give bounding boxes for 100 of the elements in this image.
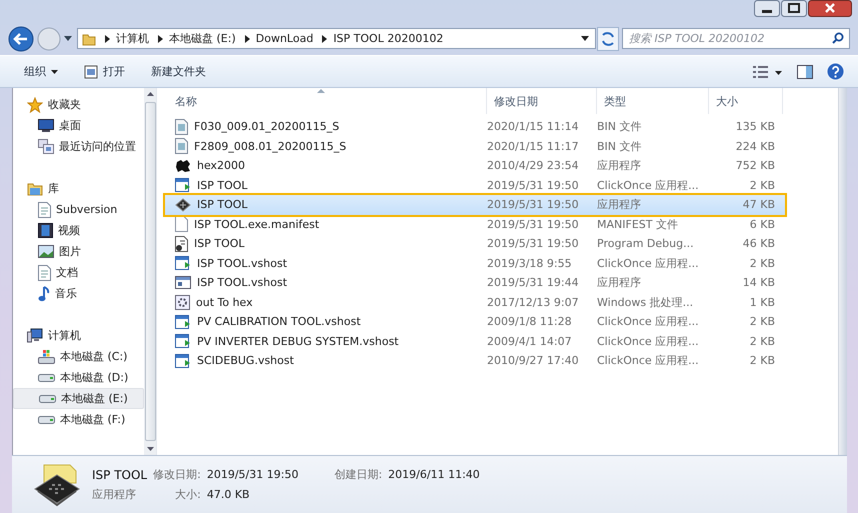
file-row[interactable]: F2809_008.01_20200115_S 2020/1/15 11:17 BIN 文件 224 KB — [165, 136, 785, 156]
toolbar-button[interactable]: 组织 — [18, 61, 64, 82]
search-icon[interactable] — [832, 32, 844, 44]
file-row[interactable]: PV INVERTER DEBUG SYSTEM.vshost 2009/4/1 14:07 ClickOnce 应用程... 2 KB — [165, 332, 785, 351]
sidebar-item[interactable]: 本地磁盘 (D:) — [13, 367, 144, 388]
file-row[interactable]: ISP TOOL 2019/5/31 19:50 Program Debug... 46 KB — [165, 234, 785, 254]
breadcrumb[interactable]: ISP TOOL 20200102 — [333, 32, 444, 45]
scroll-up-icon[interactable] — [146, 92, 154, 96]
column-header[interactable]: 类型 — [597, 88, 709, 114]
recent-places-icon — [38, 139, 54, 154]
application-icon — [175, 178, 191, 192]
size-cell-text: 135 KB — [734, 120, 775, 134]
file-name: out To hex — [196, 296, 253, 309]
sidebar-item[interactable]: 最近访问的位置 — [13, 136, 144, 157]
date-cell-text: 2019/5/31 19:50 — [487, 237, 580, 250]
address-bar[interactable]: 计算机 本地磁盘 (E:) DownLoad ISP TOOL 20200102 — [77, 28, 596, 49]
size-cell-text: 2 KB — [748, 354, 775, 368]
maximize-icon[interactable] — [781, 0, 807, 17]
detail-value: 47.0 KB — [206, 488, 251, 501]
scroll-down-icon[interactable] — [146, 447, 154, 451]
dropdown-caret-icon[interactable] — [581, 36, 589, 41]
scrollbar[interactable] — [144, 88, 156, 455]
view-options-icon[interactable] — [753, 64, 783, 78]
minimize-icon[interactable] — [754, 0, 780, 17]
document-icon — [38, 264, 51, 280]
file-name: PV CALIBRATION TOOL.vshost — [197, 315, 361, 328]
sidebar-item[interactable]: 收藏夹 — [13, 94, 144, 115]
size-cell-text: 752 KB — [734, 159, 775, 172]
size-cell-text: 46 KB — [742, 237, 775, 250]
breadcrumb[interactable]: 计算机 — [116, 31, 149, 46]
type-cell-text: ClickOnce 应用程... — [597, 334, 700, 349]
file-name: SCIDEBUG.vshost — [197, 354, 294, 368]
sidebar-item[interactable]: 本地磁盘 (E:) — [13, 388, 144, 409]
file-name: ISP TOOL — [197, 198, 248, 212]
file-row[interactable]: F030_009.01_20200115_S 2020/1/15 11:14 BIN 文件 135 KB — [165, 117, 785, 136]
date-cell-text: 2010/9/27 17:40 — [487, 354, 580, 368]
sidebar-item[interactable]: 文档 — [13, 262, 144, 283]
chevron-icon[interactable] — [158, 34, 163, 42]
file-name: ISP TOOL.exe.manifest — [194, 218, 320, 231]
type-cell-text: BIN 文件 — [597, 138, 643, 154]
toolbar-button[interactable]: 打开 — [78, 61, 131, 82]
caret-icon — [51, 70, 58, 74]
toolbar-button[interactable]: 新建文件夹 — [145, 61, 212, 82]
chevron-icon[interactable] — [322, 34, 328, 42]
file-row[interactable]: ISP TOOL.exe.manifest 2019/5/31 19:50 MANIFEST 文件 6 KB — [165, 214, 785, 234]
size-cell-text: 6 KB — [748, 218, 775, 231]
sidebar-item[interactable]: 本地磁盘 (C:) — [13, 346, 144, 367]
file-row[interactable]: ISP TOOL.vshost 2019/3/18 9:55 ClickOnce 应用程... 2 KB — [165, 254, 785, 273]
file-row[interactable]: hex2000 2010/4/29 23:54 应用程序 752 KB — [165, 156, 785, 176]
file-row[interactable]: ISP TOOL 2019/5/31 19:50 应用程序 47 KB — [165, 195, 785, 214]
chevron-icon[interactable] — [244, 34, 250, 42]
sidebar-item[interactable]: 视频 — [13, 220, 144, 241]
file-row[interactable]: ISP TOOL.vshost 2019/5/31 19:44 应用程序 14 KB — [165, 273, 785, 292]
star-icon — [27, 96, 43, 112]
file-row[interactable]: PV CALIBRATION TOOL.vshost 2009/1/8 11:28 ClickOnce 应用程... 2 KB — [165, 312, 785, 332]
file-name: hex2000 — [197, 159, 246, 172]
application-icon — [175, 354, 191, 368]
preview-pane-icon[interactable] — [797, 64, 813, 78]
sidebar-item[interactable]: 图片 — [13, 241, 144, 262]
refresh-icon[interactable] — [597, 26, 619, 50]
scrollbar[interactable] — [838, 88, 847, 455]
sidebar-item[interactable]: 本地磁盘 (F:) — [13, 409, 144, 430]
file-icon — [175, 118, 188, 135]
dropdown-caret-icon[interactable] — [64, 36, 72, 42]
chevron-icon[interactable] — [105, 34, 110, 42]
file-row[interactable]: ISP TOOL 2019/5/31 19:50 ClickOnce 应用程... 2 KB — [165, 176, 785, 195]
sidebar-item[interactable]: 桌面 — [13, 115, 144, 136]
sidebar-item[interactable]: 计算机 — [13, 325, 144, 346]
date-cell-text: 2019/5/31 19:50 — [487, 178, 580, 192]
date-cell-text: 2017/12/13 9:07 — [487, 296, 580, 309]
detail-value: 2019/6/11 11:40 — [388, 468, 480, 481]
breadcrumb[interactable]: 本地磁盘 (E:) — [169, 31, 236, 46]
computer-icon — [27, 328, 43, 343]
date-cell-text: 2019/5/31 19:50 — [487, 198, 580, 212]
sidebar-item[interactable]: 音乐 — [13, 283, 144, 304]
file-row[interactable]: SCIDEBUG.vshost 2010/9/27 17:40 ClickOnce 应用程... 2 KB — [165, 351, 785, 370]
column-header[interactable]: 大小 — [709, 88, 783, 114]
search-field[interactable]: 搜索 ISP TOOL 20200102 — [622, 28, 850, 49]
application-icon — [175, 256, 191, 270]
breadcrumb[interactable]: DownLoad — [256, 32, 314, 45]
back-icon[interactable] — [8, 26, 34, 52]
sidebar-item[interactable]: 库 — [13, 178, 144, 199]
help-icon[interactable] — [827, 63, 844, 80]
file-name: PV INVERTER DEBUG SYSTEM.vshost — [197, 334, 399, 348]
type-cell-text: ClickOnce 应用程... — [597, 353, 700, 368]
date-cell-text: 2009/4/1 14:07 — [487, 334, 573, 348]
close-icon[interactable] — [808, 0, 852, 17]
column-header[interactable]: 修改日期 — [487, 88, 597, 114]
type-cell-text: 应用程序 — [597, 275, 642, 290]
file-row[interactable]: out To hex 2017/12/13 9:07 Windows 批处理... 1 KB — [165, 292, 785, 312]
size-cell-text: 14 KB — [742, 276, 775, 290]
sidebar-item[interactable]: Subversion — [13, 199, 144, 220]
file-icon — [175, 138, 188, 154]
chip-icon — [175, 198, 191, 212]
date-cell-text: 2019/3/18 9:55 — [487, 256, 573, 270]
document-icon — [38, 202, 51, 218]
size-cell-text: 2 KB — [748, 334, 775, 348]
detail-value: 2019/5/31 19:50 — [206, 468, 298, 481]
size-cell-text: 47 KB — [742, 198, 775, 212]
size-cell-text: 224 KB — [734, 140, 775, 153]
